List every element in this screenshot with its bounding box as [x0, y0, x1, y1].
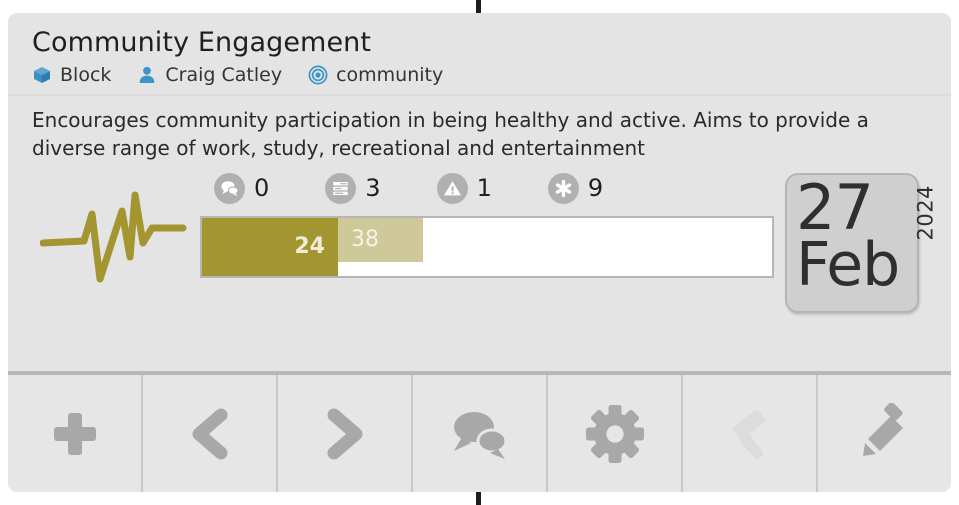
- stat-asterisk[interactable]: 9: [547, 172, 604, 204]
- list-icon: [325, 172, 357, 204]
- comments-icon: [448, 405, 512, 463]
- bottom-center-tick: [476, 491, 481, 505]
- page-title: Community Engagement: [32, 27, 372, 58]
- user-icon: [137, 65, 157, 85]
- chevron-left-icon: [179, 403, 241, 465]
- target-icon: [308, 65, 328, 85]
- meta-label-author: Craig Catley: [165, 64, 283, 87]
- progress-segment-secondary: 38: [338, 217, 423, 262]
- pencil-icon: [854, 402, 916, 465]
- sparkline-chart: [40, 181, 190, 291]
- action-toolbar: [8, 371, 951, 492]
- plus-icon: [44, 403, 106, 465]
- previous-button[interactable]: [143, 375, 278, 492]
- meta-row: Block Craig Catley community: [32, 64, 927, 86]
- metrics-area: 0 3 1 9 24 38 27 2024 Feb: [32, 171, 937, 313]
- stat-comments[interactable]: 0: [214, 172, 270, 204]
- engagement-card: Community Engagement Block Craig Catley …: [8, 13, 951, 492]
- meta-label-community: community: [336, 64, 444, 87]
- screen: Community Engagement Block Craig Catley …: [0, 0, 959, 505]
- stat-warning[interactable]: 1: [436, 172, 492, 204]
- settings-button[interactable]: [548, 375, 683, 492]
- comments-button[interactable]: [413, 375, 548, 492]
- progress-bar[interactable]: 24 38: [200, 215, 774, 278]
- stat-value-warning: 1: [476, 174, 492, 203]
- top-center-tick: [476, 0, 481, 14]
- meta-item-block[interactable]: Block: [32, 64, 111, 86]
- date-month: Feb: [796, 229, 900, 300]
- asterisk-icon: [547, 172, 579, 204]
- build-button[interactable]: [683, 375, 818, 492]
- next-button[interactable]: [278, 375, 413, 492]
- warning-icon: [436, 172, 468, 204]
- meta-item-community[interactable]: community: [308, 64, 443, 86]
- card-header: Community Engagement Block Craig Catley …: [8, 13, 951, 97]
- card-body: Encourages community participation in be…: [8, 96, 951, 371]
- edit-button[interactable]: [818, 375, 951, 492]
- progress-segment-primary: 24: [202, 217, 338, 276]
- add-button[interactable]: [8, 375, 143, 492]
- cube-icon: [32, 65, 52, 85]
- stat-list[interactable]: 3: [325, 172, 381, 204]
- stat-value-list: 3: [365, 174, 381, 203]
- meta-item-author[interactable]: Craig Catley: [137, 64, 282, 86]
- meta-label-block: Block: [60, 64, 112, 87]
- comments-icon: [214, 172, 245, 204]
- chevron-right-icon: [314, 403, 376, 465]
- gear-icon: [584, 403, 646, 465]
- description-text: Encourages community participation in be…: [32, 108, 869, 161]
- stat-value-asterisk: 9: [587, 174, 604, 203]
- date-badge: 27 2024 Feb: [785, 172, 937, 313]
- stat-value-comments: 0: [254, 174, 270, 203]
- hammer-icon: [719, 403, 781, 465]
- date-year: 2024: [913, 184, 937, 241]
